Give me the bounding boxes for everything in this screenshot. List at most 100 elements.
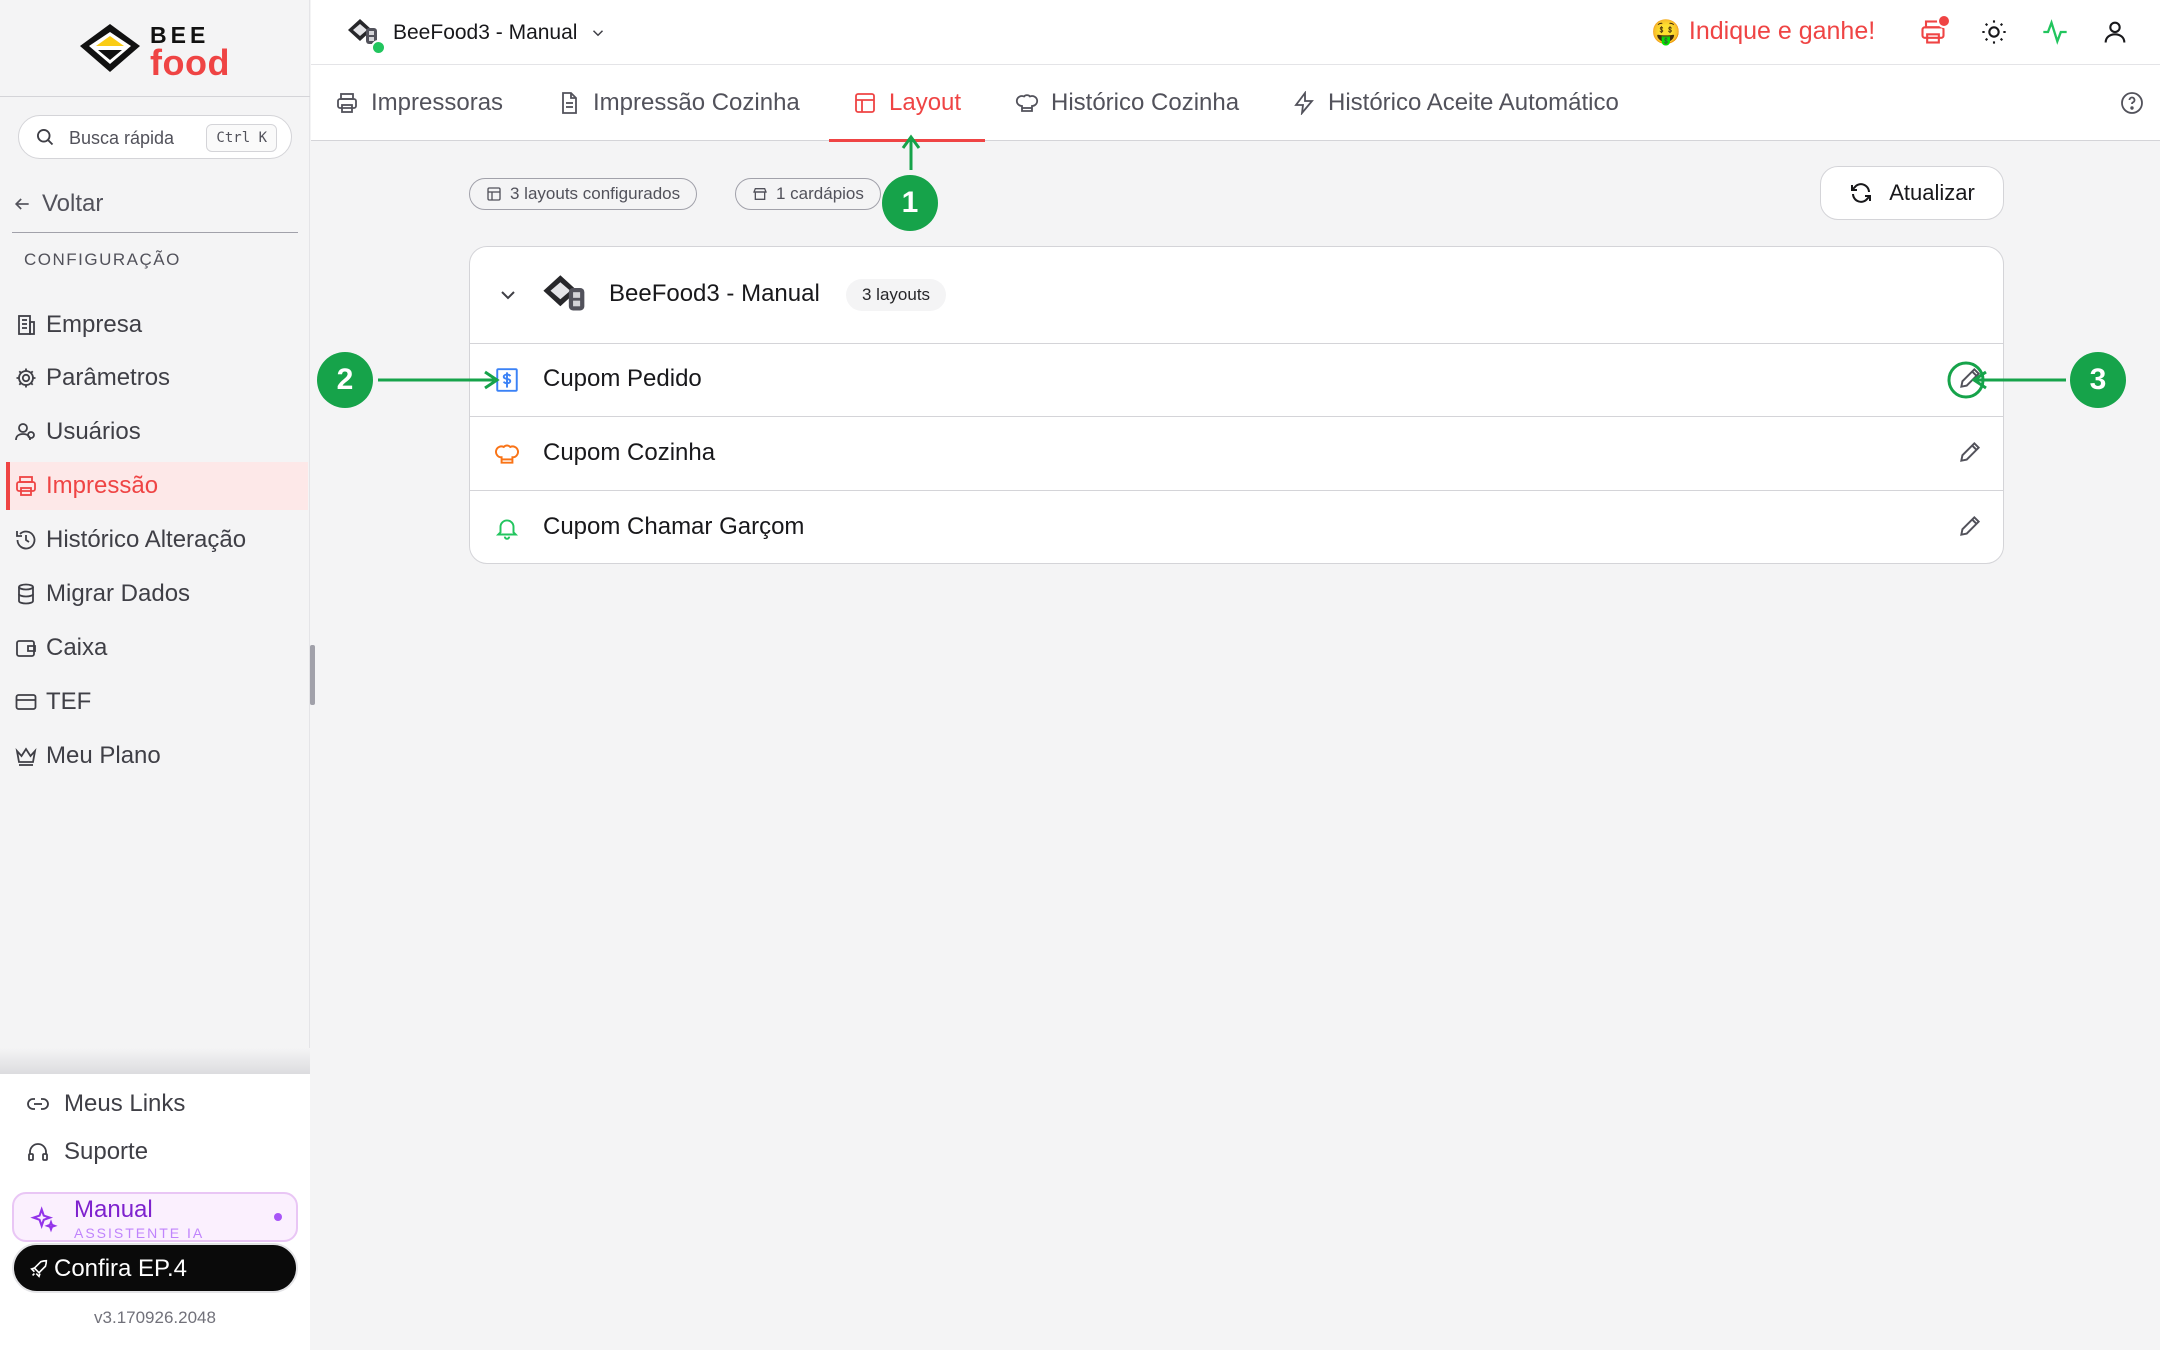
tab-impressoras[interactable]: Impressoras xyxy=(335,65,503,141)
tab-label: Histórico Aceite Automático xyxy=(1328,89,1619,116)
layout-name: Cupom Cozinha xyxy=(543,439,716,466)
store-avatar xyxy=(347,16,386,55)
tab-label: Histórico Cozinha xyxy=(1051,89,1240,116)
chef-hat-icon xyxy=(495,444,519,464)
sidebar-item-label: Histórico Alteração xyxy=(46,526,247,553)
store-name: BeeFood3 - Manual xyxy=(393,21,578,44)
refer-link[interactable]: 🤑 Indique e ganhe! xyxy=(1651,17,1875,46)
sidebar-resize-handle[interactable] xyxy=(310,645,315,705)
menus-count-badge: 1 cardápios xyxy=(735,178,881,210)
layout-row-cupom-pedido[interactable]: Cupom Pedido xyxy=(470,343,2003,417)
divider xyxy=(12,232,298,233)
pencil-icon[interactable] xyxy=(1957,513,1983,539)
suporte-link[interactable]: Suporte xyxy=(26,1134,148,1170)
store-name: BeeFood3 - Manual xyxy=(609,280,820,307)
store-logo-icon xyxy=(543,275,585,311)
store-avatar xyxy=(542,271,590,319)
promo-button[interactable]: Confira EP.4 xyxy=(12,1243,298,1293)
theme-toggle-button[interactable] xyxy=(1980,18,2008,46)
sidebar-item-label: Migrar Dados xyxy=(46,580,191,607)
sidebar-item-usuarios[interactable]: Usuários xyxy=(6,408,308,456)
crown-icon xyxy=(15,747,37,766)
history-icon xyxy=(16,530,36,550)
back-label: Voltar xyxy=(42,190,104,217)
pencil-icon[interactable] xyxy=(1957,439,1983,465)
app-version: v3.170926.2048 xyxy=(94,1308,216,1327)
help-button[interactable] xyxy=(2120,91,2144,115)
bottom-link-label: Meus Links xyxy=(64,1090,186,1117)
divider xyxy=(0,96,310,97)
sidebar-item-empresa[interactable]: Empresa xyxy=(6,301,308,349)
annotation-badge-2: 2 xyxy=(317,352,373,408)
layout-icon xyxy=(855,93,875,113)
credit-card-icon xyxy=(15,694,37,710)
tab-label: Impressão Cozinha xyxy=(593,89,800,116)
chevron-down-icon[interactable] xyxy=(496,283,520,307)
annotation-badge-1: 1 xyxy=(882,175,938,231)
help-circle-icon xyxy=(2121,92,2143,114)
assistant-title: Manual xyxy=(74,1196,153,1223)
shortcut-badge: Ctrl K xyxy=(206,124,277,152)
badge-label: 1 cardápios xyxy=(776,184,864,203)
layout-name: Cupom Chamar Garçom xyxy=(543,513,805,540)
document-icon xyxy=(562,92,577,114)
back-link[interactable]: Voltar xyxy=(12,188,103,220)
sidebar-item-label: Caixa xyxy=(46,634,108,661)
tab-historico-cozinha[interactable]: Histórico Cozinha xyxy=(1015,65,1239,141)
receipt-dollar-icon xyxy=(496,368,518,392)
rocket-icon xyxy=(30,1259,48,1278)
wallet-icon xyxy=(16,640,36,657)
sidebar-item-parametros[interactable]: Parâmetros xyxy=(6,354,308,402)
refresh-button[interactable]: Atualizar xyxy=(1820,166,2004,220)
sidebar-item-impressao[interactable]: Impressão xyxy=(6,462,308,510)
printer-icon xyxy=(337,93,357,113)
beefood-logo[interactable]: BEE food xyxy=(78,18,248,83)
refresh-label: Atualizar xyxy=(1889,180,1975,205)
sun-icon xyxy=(1982,20,2006,44)
store-selector[interactable]: BeeFood3 - Manual xyxy=(347,16,607,55)
arrow-left-icon xyxy=(14,198,29,210)
sidebar-scroll-shadow xyxy=(0,1048,310,1074)
sidebar-item-label: Parâmetros xyxy=(46,364,171,391)
database-icon xyxy=(18,583,34,605)
sidebar-item-label: Usuários xyxy=(46,418,141,445)
bell-icon xyxy=(495,519,519,540)
section-title: CONFIGURAÇÃO xyxy=(24,250,181,269)
activity-button[interactable] xyxy=(2041,18,2069,46)
layout-row-cupom-chamar-garcom[interactable]: Cupom Chamar Garçom xyxy=(470,491,2003,563)
tab-historico-aceite-automatico[interactable]: Histórico Aceite Automático xyxy=(1292,65,1619,141)
layout-icon xyxy=(487,187,501,201)
sidebar: BEE food Busca rápida Ctrl K Voltar CONF… xyxy=(0,0,310,1350)
tab-layout[interactable]: Layout xyxy=(829,65,986,142)
printer-icon xyxy=(16,476,36,496)
tab-bar: Impressoras Impressão Cozinha Layout His… xyxy=(311,65,2160,142)
store-layouts-card: BeeFood3 - Manual 3 layouts Cupom Pedido… xyxy=(469,246,2004,564)
store-card-header[interactable]: BeeFood3 - Manual 3 layouts xyxy=(470,247,2003,344)
sidebar-item-meu-plano[interactable]: Meu Plano xyxy=(6,732,308,780)
quick-search-input[interactable]: Busca rápida Ctrl K xyxy=(18,115,292,159)
layouts-count-badge: 3 layouts xyxy=(846,279,947,311)
sidebar-item-caixa[interactable]: Caixa xyxy=(6,624,308,672)
badge-label: 3 layouts configurados xyxy=(510,184,681,203)
sidebar-item-migrar-dados[interactable]: Migrar Dados xyxy=(6,570,308,618)
printer-status-button[interactable] xyxy=(1919,14,1951,46)
sidebar-item-historico-alteracao[interactable]: Histórico Alteração xyxy=(6,516,308,564)
meus-links-link[interactable]: Meus Links xyxy=(26,1086,185,1122)
search-placeholder: Busca rápida xyxy=(69,128,175,148)
pencil-icon[interactable] xyxy=(1957,365,1983,391)
store-icon xyxy=(753,188,767,200)
search-icon xyxy=(37,129,54,146)
user-icon xyxy=(2104,21,2126,43)
sidebar-item-tef[interactable]: TEF xyxy=(6,678,308,726)
bottom-link-label: Suporte xyxy=(64,1138,149,1165)
assistant-ai-button[interactable]: Manual ASSISTENTE IA xyxy=(12,1192,298,1242)
users-icon xyxy=(15,423,35,441)
promo-label: Confira EP.4 xyxy=(54,1255,187,1282)
user-menu-button[interactable] xyxy=(2101,18,2129,46)
layout-row-cupom-cozinha[interactable]: Cupom Cozinha xyxy=(470,417,2003,491)
refer-label: Indique e ganhe! xyxy=(1688,17,1876,45)
online-status-dot xyxy=(371,40,386,55)
tab-impressao-cozinha[interactable]: Impressão Cozinha xyxy=(557,65,800,141)
sidebar-item-label: Meu Plano xyxy=(46,742,161,769)
link-icon xyxy=(27,1098,49,1110)
